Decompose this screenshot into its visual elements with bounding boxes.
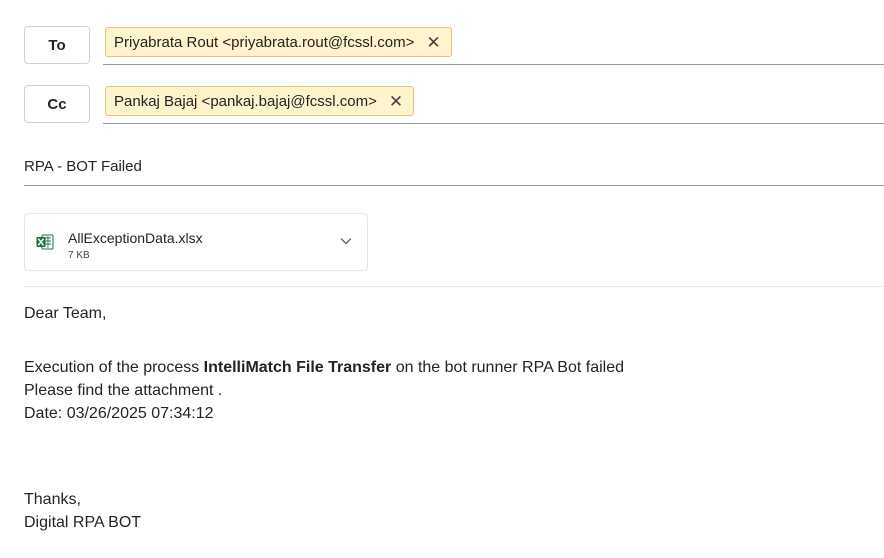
cc-field-underline bbox=[103, 123, 884, 124]
to-field-underline bbox=[103, 64, 884, 65]
to-recipient-label: Priyabrata Rout <priyabrata.rout@fcssl.c… bbox=[114, 33, 415, 51]
body-divider bbox=[24, 286, 884, 287]
to-recipient-chip[interactable]: Priyabrata Rout <priyabrata.rout@fcssl.c… bbox=[105, 27, 452, 57]
subject-underline bbox=[24, 185, 884, 186]
process-name: IntelliMatch File Transfer bbox=[203, 359, 392, 376]
cc-button[interactable]: Cc bbox=[24, 85, 90, 123]
subject-field[interactable]: RPA - BOT Failed bbox=[24, 158, 142, 175]
greeting-text: Dear Team, bbox=[24, 305, 107, 322]
signoff-text: Thanks, bbox=[24, 491, 81, 508]
attachment-name: AllExceptionData.xlsx bbox=[68, 230, 203, 246]
execution-suffix: on the bot runner RPA Bot failed bbox=[391, 359, 625, 376]
signature-text: Digital RPA BOT bbox=[24, 514, 142, 531]
attachment-size: 7 KB bbox=[68, 250, 90, 261]
cc-recipient-label: Pankaj Bajaj <pankaj.bajaj@fcssl.com> bbox=[114, 92, 377, 110]
execution-prefix: Execution of the process bbox=[24, 359, 204, 376]
chevron-down-icon[interactable] bbox=[339, 234, 353, 248]
remove-recipient-icon[interactable]: ✕ bbox=[426, 34, 440, 51]
date-text: Date: 03/26/2025 07:34:12 bbox=[24, 405, 214, 422]
attachment-card[interactable]: AllExceptionData.xlsx 7 KB bbox=[24, 213, 368, 271]
remove-recipient-icon[interactable]: ✕ bbox=[389, 93, 403, 110]
to-button[interactable]: To bbox=[24, 26, 90, 64]
cc-recipient-chip[interactable]: Pankaj Bajaj <pankaj.bajaj@fcssl.com> ✕ bbox=[105, 86, 415, 116]
attachment-note-text: Please find the attachment . bbox=[24, 382, 223, 399]
excel-file-icon bbox=[36, 234, 54, 250]
execution-text: Execution of the process IntelliMatch Fi… bbox=[24, 359, 624, 377]
